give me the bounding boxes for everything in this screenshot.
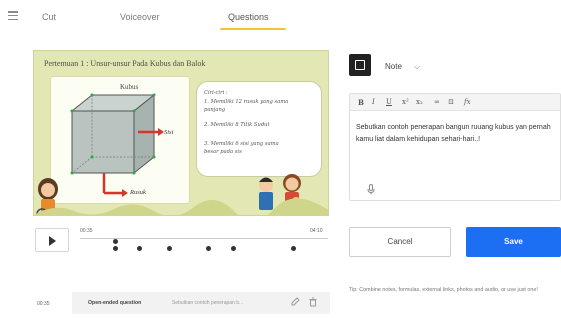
tab-questions[interactable]: Questions — [228, 12, 269, 22]
image-button[interactable]: ⊡ — [448, 98, 454, 106]
timeline-current-position-marker[interactable] — [113, 239, 119, 244]
editor-toolbar: B I U x² x₂ ∞ ⊡ fx — [350, 94, 560, 111]
play-button[interactable] — [35, 228, 69, 252]
timeline-question-marker[interactable] — [113, 246, 119, 251]
underline-button[interactable]: U — [386, 98, 392, 106]
tip-text: Tip: Combine notes, formulas, external l… — [349, 287, 538, 293]
hamburger-menu-icon[interactable] — [8, 11, 18, 21]
total-duration: 04:10 — [310, 228, 323, 234]
timeline-question-marker[interactable] — [166, 246, 172, 251]
active-tab-indicator — [220, 28, 286, 30]
decorative-grass — [34, 198, 328, 215]
cartoon-characters — [36, 174, 301, 215]
question-timestamp: 00:35 — [37, 301, 50, 307]
top-bar: Cut Voiceover Questions — [0, 0, 561, 36]
timeline-question-marker[interactable] — [290, 246, 296, 251]
timeline-question-marker[interactable] — [206, 246, 212, 251]
timeline-question-marker[interactable] — [137, 246, 143, 251]
cancel-button[interactable]: Cancel — [349, 227, 451, 257]
bold-button[interactable]: B — [358, 98, 364, 107]
chevron-down-icon[interactable]: ⌵ — [414, 62, 420, 72]
subscript-button[interactable]: x₂ — [416, 98, 423, 106]
save-button[interactable]: Save — [466, 227, 561, 257]
microphone-icon[interactable] — [367, 184, 375, 195]
timeline-question-marker[interactable] — [231, 246, 237, 251]
note-type-label[interactable]: Note — [385, 62, 402, 71]
pencil-icon[interactable] — [290, 297, 300, 307]
video-preview[interactable]: Pertemuan 1 : Unsur-unsur Pada Kubus dan… — [33, 50, 329, 216]
superscript-button[interactable]: x² — [402, 98, 409, 106]
play-icon — [49, 236, 56, 246]
trash-icon[interactable] — [308, 297, 318, 307]
question-preview-text: Sebutkan contoh penerapan b... — [172, 300, 244, 306]
current-time: 00:35 — [80, 228, 93, 234]
formula-button[interactable]: fx — [464, 98, 471, 106]
question-type: Open-ended question — [88, 300, 142, 306]
note-content[interactable]: Sebutkan contoh penerapan bangun ruuang … — [356, 122, 560, 145]
tab-voiceover[interactable]: Voiceover — [120, 12, 160, 22]
link-button[interactable]: ∞ — [434, 98, 440, 106]
italic-button[interactable]: I — [372, 98, 375, 106]
note-editor[interactable]: B I U x² x₂ ∞ ⊡ fx Sebutkan contoh pener… — [349, 93, 561, 201]
note-icon — [349, 54, 371, 76]
question-list-item[interactable]: Open-ended question Sebutkan contoh pene… — [72, 292, 330, 314]
tab-cut[interactable]: Cut — [42, 12, 56, 22]
